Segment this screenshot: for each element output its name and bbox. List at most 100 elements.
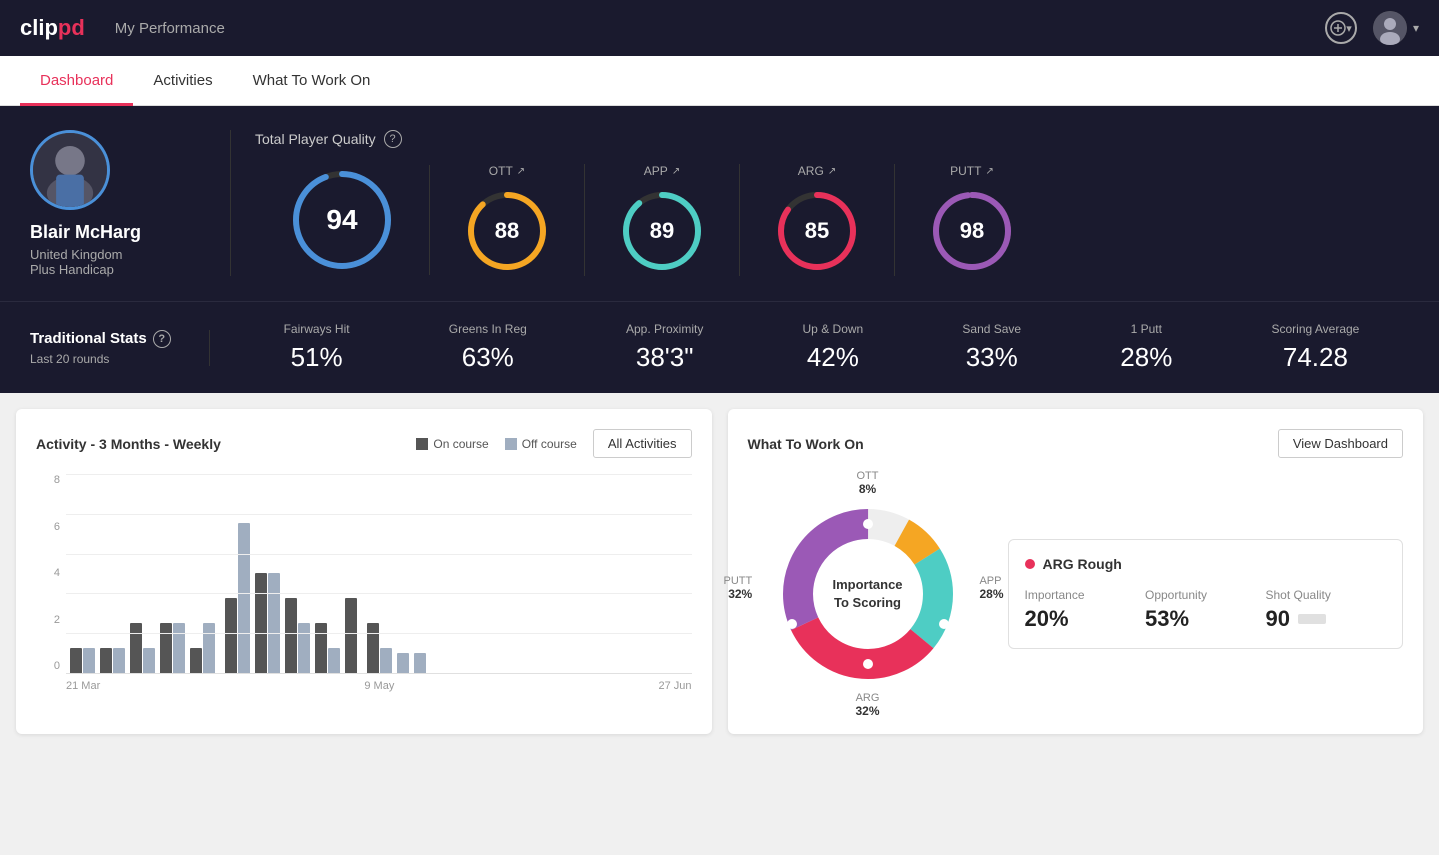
quality-help-icon[interactable]: ?	[384, 130, 402, 148]
bar-off	[238, 523, 250, 673]
bar-chart-area	[66, 474, 692, 674]
bar-off	[83, 648, 95, 673]
bar-off	[414, 653, 426, 673]
tab-what-to-work-on[interactable]: What To Work On	[233, 56, 391, 106]
putt-value: 98	[960, 218, 984, 244]
stat-scoring-value: 74.28	[1283, 342, 1348, 373]
stat-sand: Sand Save 33%	[962, 322, 1021, 373]
bar-on	[367, 623, 379, 673]
arg-value: 85	[805, 218, 829, 244]
donut-center: ImportanceTo Scoring	[832, 576, 902, 612]
x-label-may: 9 May	[364, 680, 394, 692]
bar-group	[190, 623, 215, 673]
stats-sub: Last 20 rounds	[30, 352, 185, 366]
app-segment-percent: 28%	[979, 587, 1003, 601]
view-dashboard-button[interactable]: View Dashboard	[1278, 429, 1403, 458]
quality-section: Total Player Quality ? 94	[230, 130, 1409, 276]
avatar	[1373, 11, 1407, 45]
app-label-pos: APP 28%	[979, 575, 1003, 601]
tab-dashboard[interactable]: Dashboard	[20, 56, 133, 106]
bar-off	[397, 653, 409, 673]
bar-group	[130, 623, 155, 673]
stat-proximity-label: App. Proximity	[626, 322, 703, 336]
donut-center-text: ImportanceTo Scoring	[832, 576, 902, 612]
player-name: Blair McHarg	[30, 222, 141, 243]
stats-help-icon[interactable]: ?	[153, 330, 171, 348]
bar-group	[225, 523, 250, 673]
ott-score: OTT ↗ 88	[430, 164, 585, 276]
chart-card: Activity - 3 Months - Weekly On course O…	[16, 409, 712, 734]
bar-on	[160, 623, 172, 673]
bar-off	[143, 648, 155, 673]
legend-on-course-label: On course	[433, 437, 488, 451]
bar-group	[414, 653, 426, 673]
metric-opportunity-label: Opportunity	[1145, 588, 1266, 602]
legend-off-course: Off course	[505, 437, 577, 451]
stat-greens-label: Greens In Reg	[449, 322, 527, 336]
bar-off	[380, 648, 392, 673]
logo-clip: clip	[20, 15, 58, 40]
bar-on	[225, 598, 237, 673]
work-card: What To Work On View Dashboard	[728, 409, 1424, 734]
traditional-stats: Traditional Stats ? Last 20 rounds Fairw…	[0, 301, 1439, 393]
putt-score: PUTT ↗ 98	[895, 164, 1049, 276]
y-label-4: 4	[36, 567, 66, 579]
stat-scoring: Scoring Average 74.28	[1272, 322, 1360, 373]
metric-shot-quality-value: 90	[1266, 606, 1387, 632]
stat-oneputt-value: 28%	[1120, 342, 1172, 373]
y-label-8: 8	[36, 474, 66, 486]
x-axis: 21 Mar 9 May 27 Jun	[66, 680, 692, 692]
stat-scoring-label: Scoring Average	[1272, 322, 1360, 336]
bar-on	[285, 598, 297, 673]
bar-on	[130, 623, 142, 673]
app-value: 89	[650, 218, 674, 244]
bar-group	[397, 653, 409, 673]
avatar-button[interactable]: ▾	[1373, 11, 1419, 45]
info-panel-title-text: ARG Rough	[1043, 556, 1122, 572]
arg-segment-percent: 32%	[855, 704, 879, 718]
hero-section: Blair McHarg United Kingdom Plus Handica…	[0, 106, 1439, 301]
stat-sand-label: Sand Save	[962, 322, 1021, 336]
stat-oneputt-label: 1 Putt	[1131, 322, 1162, 336]
metric-shot-quality: Shot Quality 90	[1266, 588, 1387, 632]
bar-on	[315, 623, 327, 673]
avatar-chevron: ▾	[1413, 21, 1419, 35]
arg-score: ARG ↗ 85	[740, 164, 895, 276]
player-country: United Kingdom	[30, 247, 123, 262]
metric-importance-value: 20%	[1025, 606, 1146, 632]
metric-shot-quality-label: Shot Quality	[1266, 588, 1387, 602]
bar-group	[160, 623, 185, 673]
legend-on-course: On course	[416, 437, 488, 451]
work-title: What To Work On	[748, 436, 1278, 452]
bar-group	[285, 598, 310, 673]
nav-tabs: Dashboard Activities What To Work On	[0, 56, 1439, 106]
stat-greens-value: 63%	[462, 342, 514, 373]
bar-on	[345, 598, 357, 673]
bar-group	[367, 623, 392, 673]
legend-off-course-dot	[505, 438, 517, 450]
all-activities-button[interactable]: All Activities	[593, 429, 692, 458]
bar-off	[173, 623, 185, 673]
main-score: 94	[255, 165, 430, 275]
bar-group	[100, 648, 125, 673]
bar-off	[203, 623, 215, 673]
putt-segment-label: PUTT	[724, 575, 753, 587]
stats-values: Fairways Hit 51% Greens In Reg 63% App. …	[210, 322, 1409, 373]
info-metrics: Importance 20% Opportunity 53% Shot Qual…	[1025, 588, 1387, 632]
stat-fairways: Fairways Hit 51%	[284, 322, 350, 373]
stat-fairways-label: Fairways Hit	[284, 322, 350, 336]
ott-label-pos: OTT 8%	[857, 470, 879, 496]
legend-off-course-label: Off course	[522, 437, 577, 451]
metric-importance-label: Importance	[1025, 588, 1146, 602]
y-label-2: 2	[36, 614, 66, 626]
bar-off	[268, 573, 280, 673]
ott-label: OTT	[489, 164, 513, 178]
stat-oneputt: 1 Putt 28%	[1120, 322, 1172, 373]
stat-proximity-value: 38'3"	[636, 342, 694, 373]
arg-segment-label: ARG	[855, 692, 879, 704]
tab-activities[interactable]: Activities	[133, 56, 232, 106]
add-button[interactable]: ▾	[1325, 12, 1357, 44]
legend-on-course-dot	[416, 438, 428, 450]
bar-on	[255, 573, 267, 673]
bar-group	[70, 648, 95, 673]
